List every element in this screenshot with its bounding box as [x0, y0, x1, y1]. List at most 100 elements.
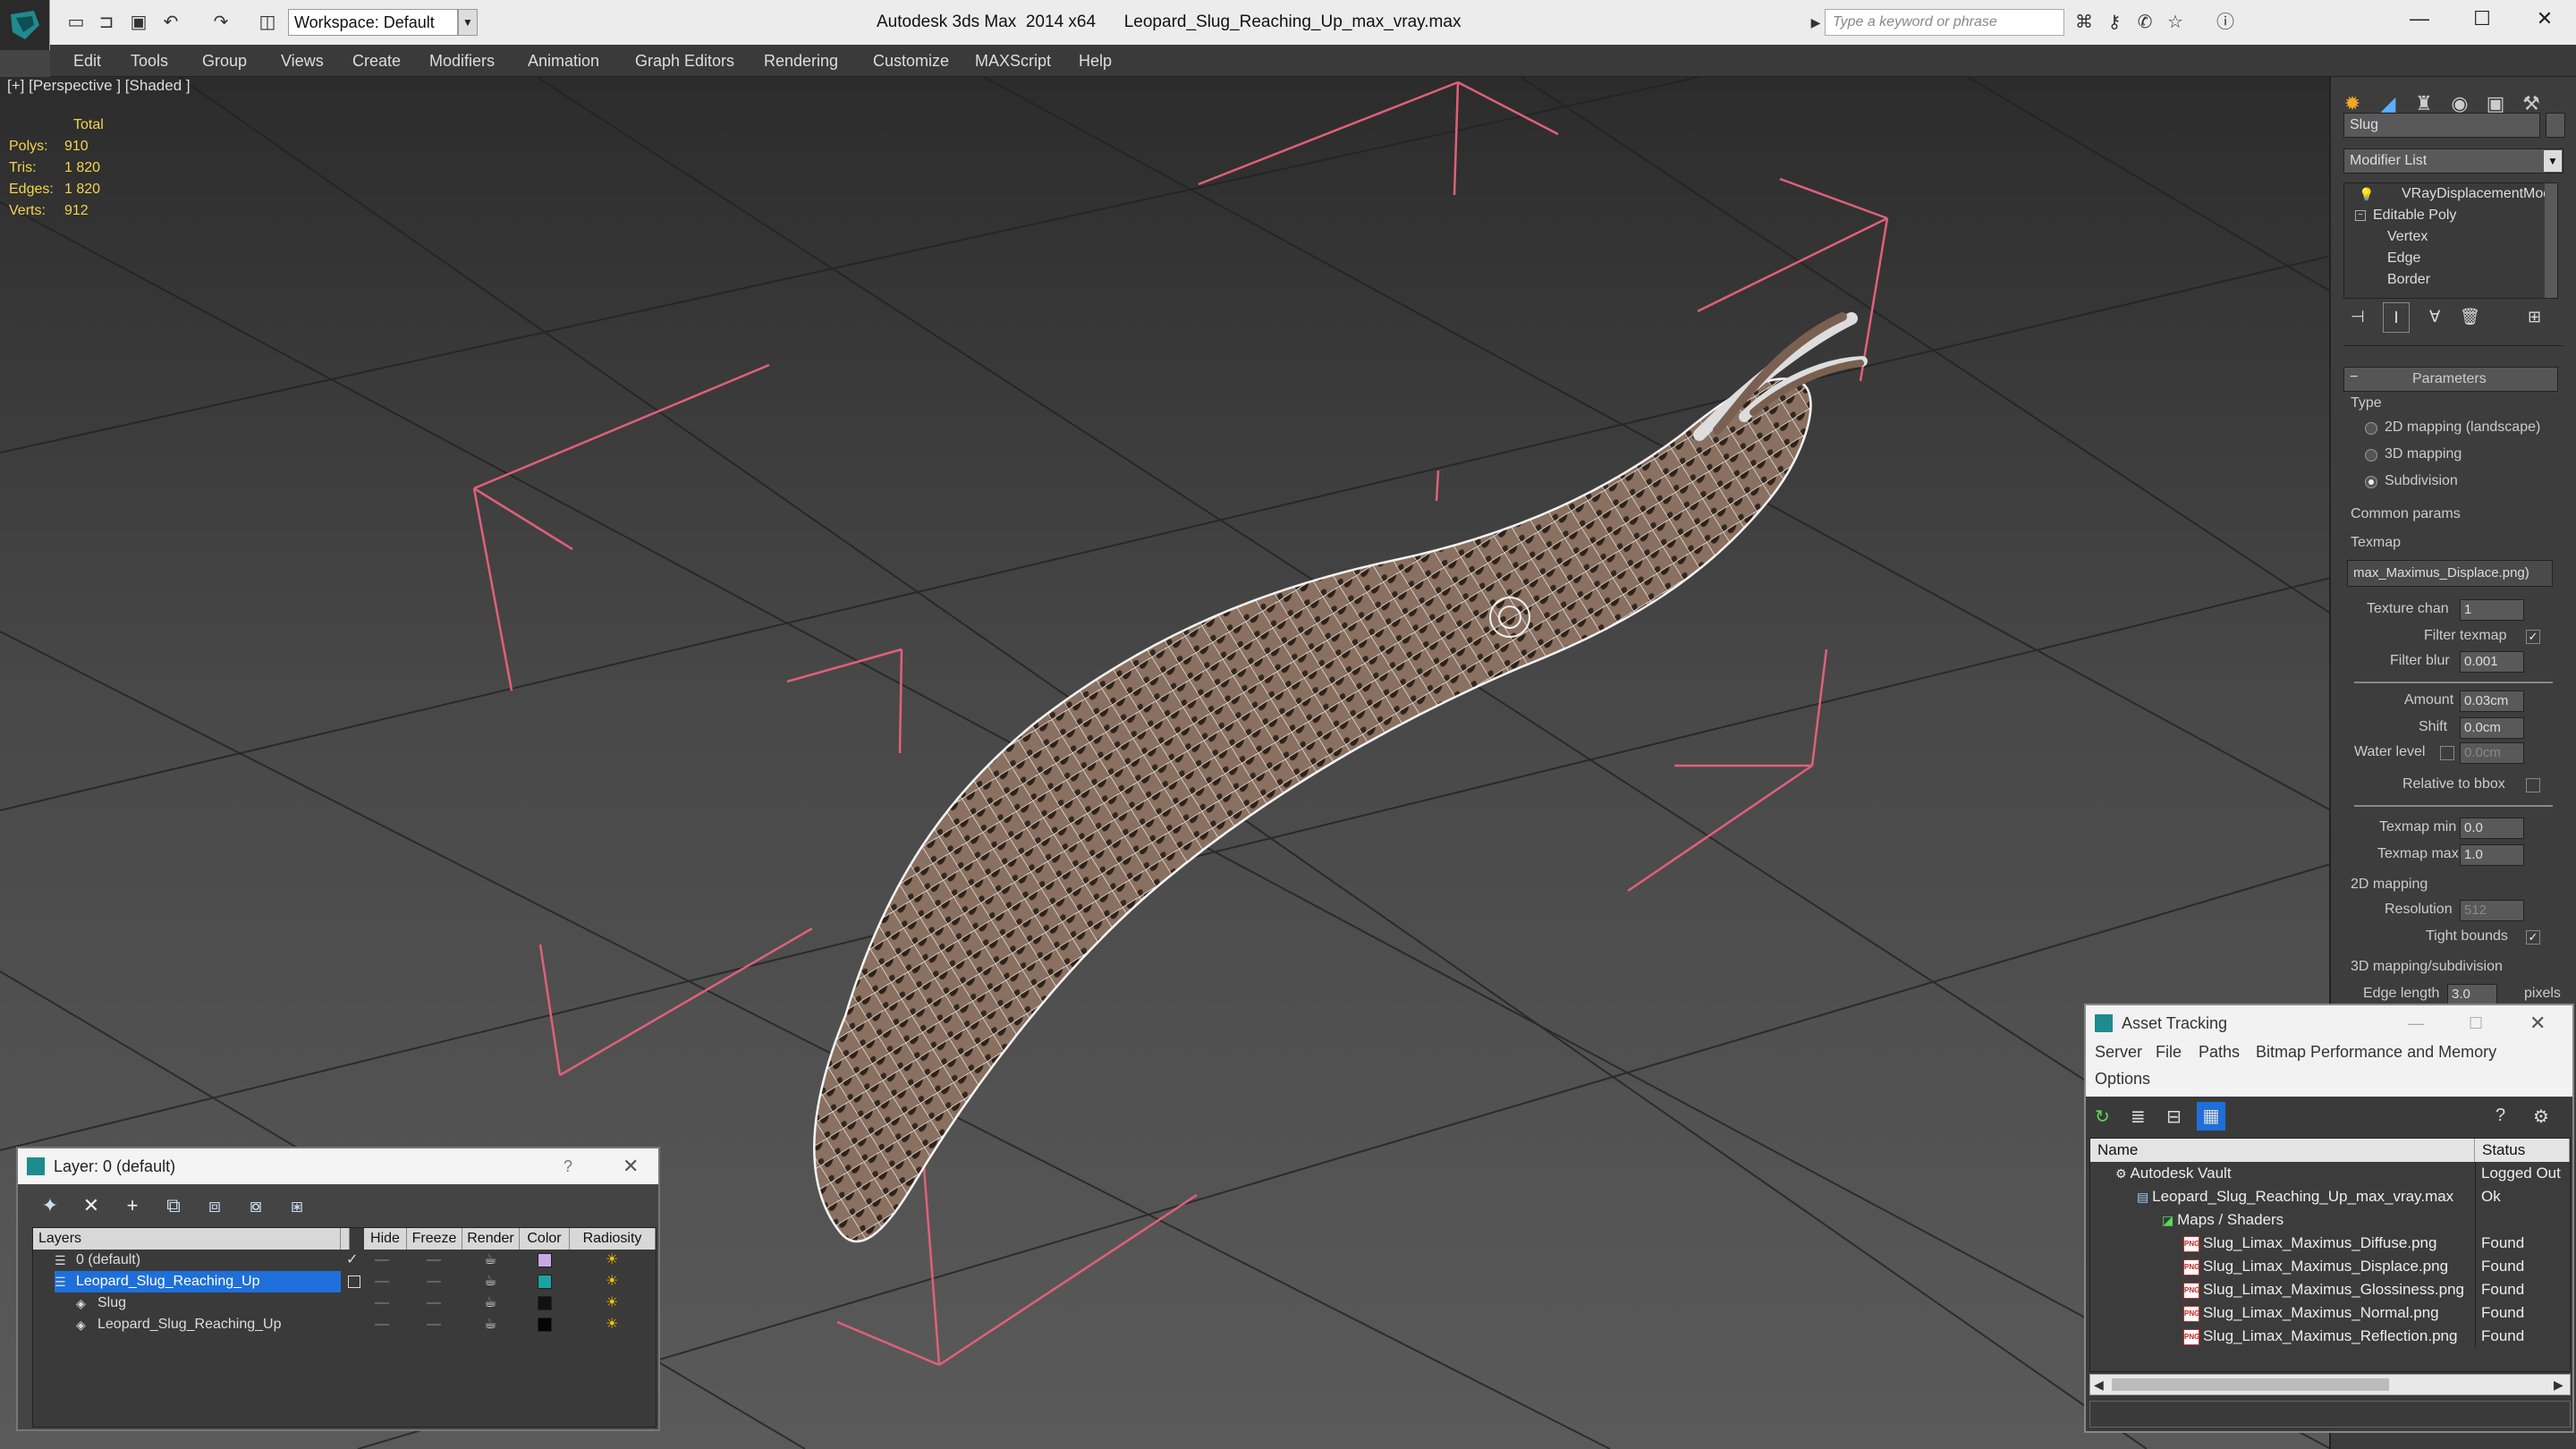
freeze-toggle[interactable]: —	[427, 1314, 441, 1335]
new-file-icon[interactable]: ▭	[64, 11, 88, 34]
hide-toggle[interactable]: —	[375, 1314, 389, 1335]
asset-row-vault[interactable]: ⚙ Autodesk Vault Logged Out	[2090, 1162, 2570, 1185]
column-freeze[interactable]: Freeze	[407, 1228, 462, 1250]
menu-server[interactable]: Server	[2095, 1043, 2142, 1062]
relative-bbox-checkbox[interactable]	[2526, 778, 2540, 792]
menu-options[interactable]: Options	[2095, 1070, 2150, 1089]
layer-row-selected[interactable]: ☰ Leopard_Slug_Reaching_Up — — ☕ ☀	[33, 1271, 656, 1292]
menu-animation[interactable]: Animation	[521, 45, 606, 77]
highlight-layer-icon[interactable]: ⧈	[200, 1191, 229, 1220]
stack-item-vertex[interactable]: Vertex	[2344, 226, 2545, 248]
binoculars-icon[interactable]: ⌘	[2072, 9, 2097, 36]
collapse-icon[interactable]: −	[2355, 210, 2366, 221]
remove-modifier-icon[interactable]: 🗑	[2460, 308, 2480, 326]
stack-scrollbar[interactable]	[2545, 183, 2557, 298]
stack-item-vraydisplacement[interactable]: VRayDisplacementMod	[2344, 183, 2545, 205]
asset-row-max-file[interactable]: ▤ Leopard_Slug_Reaching_Up_max_vray.max …	[2090, 1185, 2570, 1208]
project-folder-icon[interactable]: ◫	[256, 11, 279, 34]
menu-group[interactable]: Group	[195, 45, 254, 77]
maximize-icon[interactable]: ☐	[2451, 0, 2513, 38]
vault-settings-icon[interactable]: ⚙	[2533, 1106, 2549, 1128]
texmap-min-spinner[interactable]: 0.0	[2460, 818, 2524, 839]
undo-icon[interactable]: ↶	[159, 11, 182, 34]
layer-dialog-titlebar[interactable]: Layer: 0 (default) ? ✕	[18, 1148, 658, 1184]
path-field[interactable]	[2089, 1401, 2571, 1428]
hide-toggle[interactable]: —	[375, 1292, 389, 1314]
modifier-list-dropdown[interactable]: Modifier List	[2343, 148, 2563, 174]
communication-center-icon[interactable]: ✆	[2132, 9, 2157, 36]
table-view-icon[interactable]: ▦	[2197, 1102, 2225, 1131]
close-dialog-icon[interactable]: ✕	[623, 1148, 639, 1184]
favorites-star-icon[interactable]: ☆	[2163, 9, 2188, 36]
layer-color-swatch[interactable]	[538, 1253, 552, 1267]
object-color-swatch[interactable]	[538, 1318, 552, 1332]
render-teapot-icon[interactable]: ☕	[484, 1271, 496, 1292]
configure-sets-icon[interactable]: ⊞	[2528, 308, 2541, 326]
radiosity-icon[interactable]: ☀	[606, 1314, 618, 1335]
active-layer-check-icon[interactable]: ✓	[346, 1250, 358, 1271]
scroll-left-icon[interactable]: ◀	[2094, 1375, 2104, 1394]
freeze-toggle[interactable]: —	[427, 1292, 441, 1314]
viewport-label-menu[interactable]: [+] [Perspective ] [Shaded ]	[7, 77, 191, 95]
open-file-icon[interactable]: ⊐	[95, 11, 118, 34]
water-level-spinner[interactable]: 0.0cm	[2460, 742, 2524, 764]
workspace-dropdown[interactable]: Workspace: Default	[288, 9, 458, 36]
radio-2d-mapping[interactable]	[2365, 422, 2377, 435]
column-hide[interactable]: Hide	[364, 1228, 407, 1250]
stack-item-border[interactable]: Border	[2344, 269, 2545, 291]
menu-maxscript[interactable]: MAXScript	[968, 45, 1058, 77]
column-render[interactable]: Render	[462, 1228, 520, 1250]
light-bulb-icon[interactable]: 💡	[2359, 187, 2374, 202]
menu-create[interactable]: Create	[345, 45, 408, 77]
filter-blur-spinner[interactable]: 0.001	[2460, 651, 2524, 673]
show-end-result-icon[interactable]: Ⅰ	[2383, 302, 2410, 333]
search-input[interactable]: Type a keyword or phrase	[1825, 9, 2064, 36]
menu-edit[interactable]: Edit	[66, 45, 108, 77]
scroll-right-icon[interactable]: ▶	[2554, 1375, 2563, 1394]
asset-row-displace[interactable]: PNG Slug_Limax_Maximus_Displace.png Found	[2090, 1255, 2570, 1278]
menu-rendering[interactable]: Rendering	[757, 45, 845, 77]
render-teapot-icon[interactable]: ☕	[484, 1292, 496, 1314]
radio-subdivision[interactable]	[2365, 476, 2377, 488]
modifier-list-arrow-icon[interactable]: ▼	[2544, 150, 2562, 172]
menu-views[interactable]: Views	[274, 45, 331, 77]
filter-texmap-checkbox[interactable]: ✓	[2526, 630, 2540, 644]
asset-row-diffuse[interactable]: PNG Slug_Limax_Maximus_Diffuse.png Found	[2090, 1232, 2570, 1255]
layer-color-swatch[interactable]	[538, 1275, 552, 1289]
parameters-rollout-header[interactable]: − Parameters	[2343, 367, 2558, 392]
column-status[interactable]: Status	[2475, 1139, 2570, 1162]
menu-help[interactable]: Help	[1072, 45, 1119, 77]
tight-bounds-checkbox[interactable]: ✓	[2526, 930, 2540, 945]
shift-spinner[interactable]: 0.0cm	[2460, 717, 2524, 739]
menu-modifiers[interactable]: Modifiers	[422, 45, 502, 77]
radiosity-icon[interactable]: ☀	[606, 1292, 618, 1314]
refresh-icon[interactable]: ↻	[2095, 1106, 2110, 1128]
scrollbar-thumb[interactable]	[2112, 1378, 2389, 1391]
redo-icon[interactable]: ↷	[209, 11, 233, 34]
column-radiosity[interactable]: Radiosity	[570, 1228, 656, 1250]
resolution-spinner[interactable]: 512	[2460, 900, 2524, 921]
maximize-icon[interactable]: ☐	[2469, 1005, 2483, 1041]
texture-chan-spinner[interactable]: 1	[2460, 599, 2524, 621]
column-color[interactable]: Color	[520, 1228, 570, 1250]
hide-toggle[interactable]: —	[375, 1271, 389, 1292]
object-color-swatch[interactable]	[538, 1296, 552, 1310]
object-row[interactable]: ◈ Leopard_Slug_Reaching_Up — — ☕ ☀	[33, 1314, 656, 1335]
freeze-toggle[interactable]: —	[427, 1250, 441, 1271]
list-view-icon[interactable]: ≣	[2131, 1106, 2146, 1128]
menu-paths[interactable]: Paths	[2199, 1043, 2240, 1062]
hide-all-layers-icon[interactable]: ⧇	[242, 1191, 270, 1220]
minimize-icon[interactable]: —	[2388, 0, 2451, 38]
asset-dialog-titlebar[interactable]: Asset Tracking — ☐ ✕	[2086, 1005, 2572, 1041]
asset-row-normal[interactable]: PNG Slug_Limax_Maximus_Normal.png Found	[2090, 1301, 2570, 1325]
object-name-field[interactable]: Slug	[2343, 113, 2540, 138]
key-icon[interactable]: ⚷	[2102, 9, 2127, 36]
layer-row[interactable]: ☰ 0 (default) ✓ — — ☕ ☀	[33, 1250, 656, 1271]
edge-length-spinner[interactable]: 3.0	[2447, 984, 2497, 1005]
delete-layer-icon[interactable]: ✕	[77, 1191, 106, 1220]
radiosity-icon[interactable]: ☀	[606, 1271, 618, 1292]
active-layer-checkbox[interactable]	[348, 1275, 360, 1288]
select-objects-icon[interactable]: ⧉	[159, 1191, 188, 1220]
close-window-icon[interactable]: ✕	[2513, 0, 2576, 38]
amount-spinner[interactable]: 0.03cm	[2460, 691, 2524, 712]
